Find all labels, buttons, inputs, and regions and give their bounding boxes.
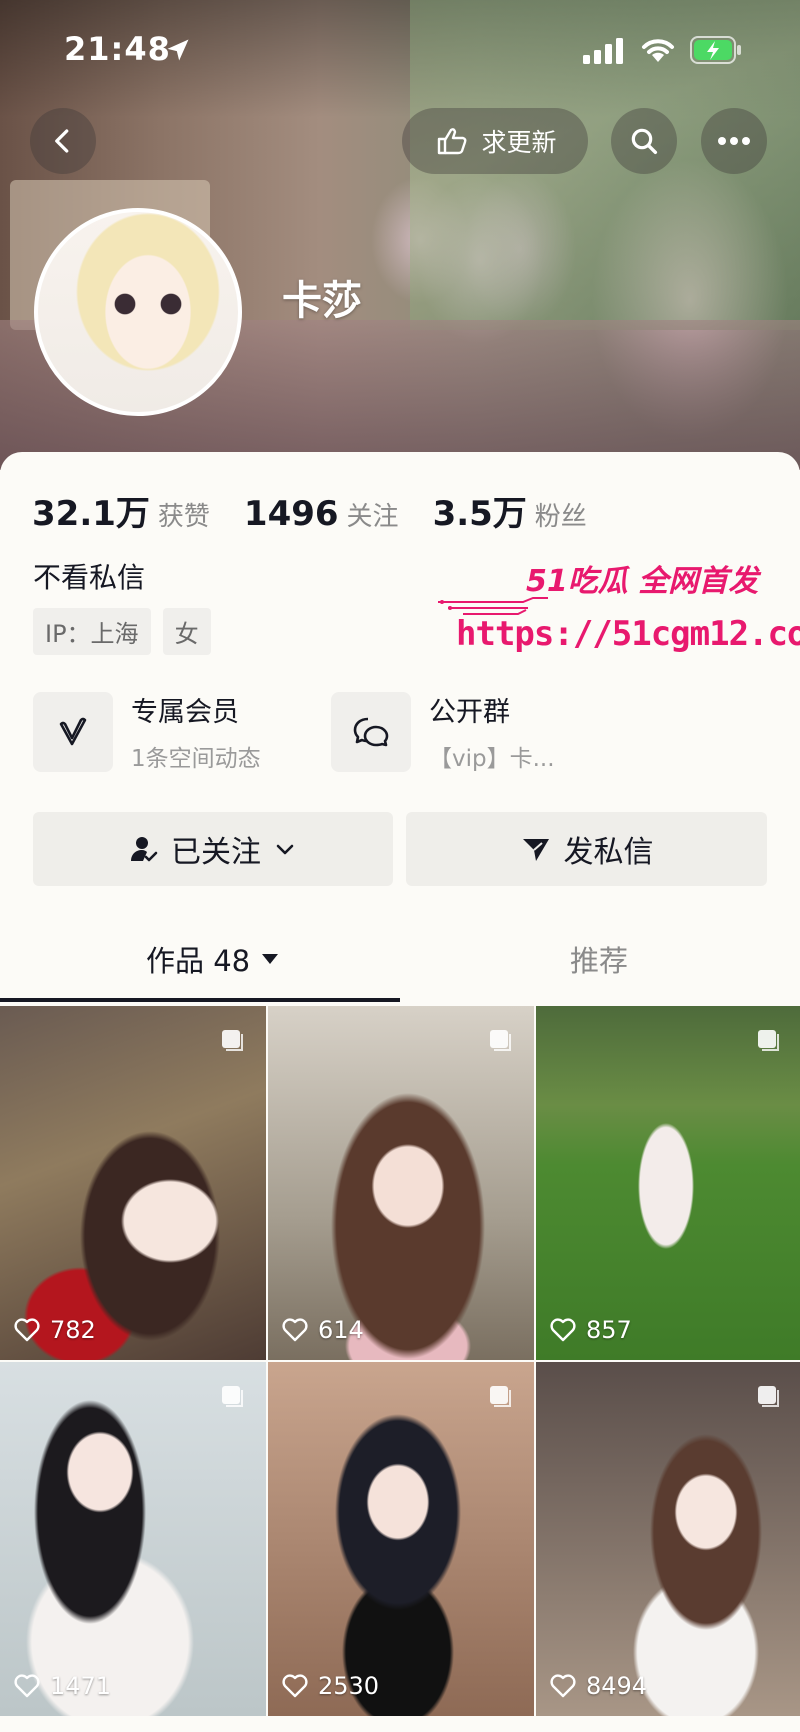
- video-thumbnail: [0, 1362, 266, 1716]
- group-text: 公开群 【vip】卡...: [429, 690, 555, 773]
- back-button[interactable]: [30, 108, 96, 174]
- video-likes-count: 857: [586, 1316, 632, 1344]
- profile-bio: 不看私信: [33, 561, 146, 594]
- ip-location-tag: IP：上海: [33, 608, 151, 655]
- video-thumbnail: [268, 1362, 534, 1716]
- stat-followers-value: 3.5万: [432, 494, 527, 534]
- video-likes-count: 2530: [318, 1672, 380, 1700]
- video-card[interactable]: 857: [536, 1006, 800, 1360]
- stat-followers-label: 粉丝: [534, 502, 587, 532]
- status-bar: 21:48: [0, 0, 800, 100]
- search-button[interactable]: [611, 108, 677, 174]
- profile-stats: 32.1万 获赞 1496 关注 3.5万 粉丝: [32, 486, 621, 535]
- request-update-button[interactable]: 求更新: [402, 108, 588, 174]
- multi-image-icon: [758, 1386, 779, 1407]
- profile-name: 卡莎: [282, 278, 362, 324]
- vip-icon-box: [33, 691, 113, 772]
- more-icon: [718, 137, 750, 145]
- send-message-button[interactable]: 发私信: [406, 812, 767, 886]
- gender-tag: 女: [162, 608, 211, 655]
- group-icon-box: [331, 691, 411, 772]
- group-chat-icon: [353, 717, 389, 746]
- video-card[interactable]: 782: [0, 1006, 266, 1360]
- multi-image-icon: [222, 1386, 243, 1407]
- stat-followers[interactable]: 3.5万 粉丝: [433, 486, 587, 535]
- wifi-icon: [642, 39, 674, 62]
- video-card[interactable]: 1471: [0, 1362, 266, 1716]
- status-time: 21:48: [64, 30, 171, 68]
- watermark-title: 51吃瓜 全网首发: [526, 564, 759, 599]
- more-button[interactable]: [701, 108, 767, 174]
- video-thumbnail: [536, 1362, 800, 1716]
- watermark: 51吃瓜 全网首发 https://51cgm12.com: [438, 556, 800, 666]
- search-icon: [631, 128, 658, 155]
- back-icon: [55, 129, 69, 153]
- video-likes-count: 614: [318, 1316, 364, 1344]
- video-grid: 782 614 857 1471 2530 8494: [0, 1006, 800, 1716]
- heart-icon: [14, 1318, 40, 1342]
- multi-image-icon: [490, 1030, 511, 1051]
- vip-text: 专属会员 1条空间动态: [131, 690, 261, 773]
- vip-v-icon: [59, 717, 87, 745]
- stat-likes[interactable]: 32.1万 获赞: [32, 486, 210, 535]
- public-group-entry[interactable]: 公开群 【vip】卡...: [331, 690, 555, 773]
- multi-image-icon: [758, 1030, 779, 1051]
- video-likes-count: 782: [50, 1316, 96, 1344]
- video-likes: 782: [14, 1316, 96, 1344]
- video-likes: 614: [282, 1316, 364, 1344]
- video-thumbnail: [268, 1006, 534, 1360]
- followed-label: 已关注: [171, 835, 261, 870]
- video-likes: 857: [550, 1316, 632, 1344]
- heart-icon: [282, 1674, 308, 1698]
- followed-user-icon: [131, 837, 158, 862]
- tab-recommend[interactable]: 推荐: [570, 938, 628, 980]
- multi-image-icon: [490, 1386, 511, 1407]
- group-subtitle: 【vip】卡...: [429, 746, 555, 772]
- multi-image-icon: [222, 1030, 243, 1051]
- watermark-url: https://51cgm12.com: [456, 614, 800, 654]
- video-thumbnail: [536, 1006, 800, 1360]
- tab-works-label: 作品 48: [146, 944, 251, 978]
- heart-icon: [14, 1674, 40, 1698]
- heart-icon: [282, 1318, 308, 1342]
- caret-down-icon: [262, 954, 279, 964]
- video-likes: 2530: [282, 1672, 379, 1700]
- request-update-label: 求更新: [481, 128, 557, 157]
- send-icon: [522, 839, 549, 861]
- video-likes-count: 8494: [586, 1672, 648, 1700]
- group-title: 公开群: [429, 697, 510, 728]
- content-tabs: 作品 48 推荐: [0, 930, 800, 1002]
- video-card[interactable]: 614: [268, 1006, 534, 1360]
- video-likes: 1471: [14, 1672, 111, 1700]
- stat-likes-label: 获赞: [157, 502, 210, 532]
- stat-following[interactable]: 1496 关注: [244, 494, 399, 534]
- stat-likes-value: 32.1万: [32, 494, 150, 534]
- chevron-down-icon: [276, 844, 294, 855]
- video-likes: 8494: [550, 1672, 647, 1700]
- stat-following-value: 1496: [243, 494, 339, 534]
- video-thumbnail: [0, 1006, 266, 1360]
- video-card[interactable]: 8494: [536, 1362, 800, 1716]
- avatar[interactable]: [34, 208, 242, 416]
- exclusive-membership-entry[interactable]: 专属会员 1条空间动态: [33, 690, 261, 773]
- vip-title: 专属会员: [131, 697, 239, 728]
- tab-works[interactable]: 作品 48: [146, 938, 280, 980]
- heart-icon: [550, 1318, 576, 1342]
- tab-indicator: [0, 998, 400, 1002]
- send-message-label: 发私信: [563, 835, 654, 870]
- battery-charging-icon: [690, 36, 741, 64]
- hand-point-icon: [438, 128, 467, 155]
- vip-subtitle: 1条空间动态: [131, 746, 261, 772]
- signal-icon: [583, 38, 623, 64]
- video-likes-count: 1471: [50, 1672, 112, 1700]
- stat-following-label: 关注: [346, 502, 399, 532]
- followed-button[interactable]: 已关注: [33, 812, 393, 886]
- location-arrow-icon: [167, 39, 189, 61]
- profile-tags: IP：上海 女: [33, 608, 211, 655]
- heart-icon: [550, 1674, 576, 1698]
- video-card[interactable]: 2530: [268, 1362, 534, 1716]
